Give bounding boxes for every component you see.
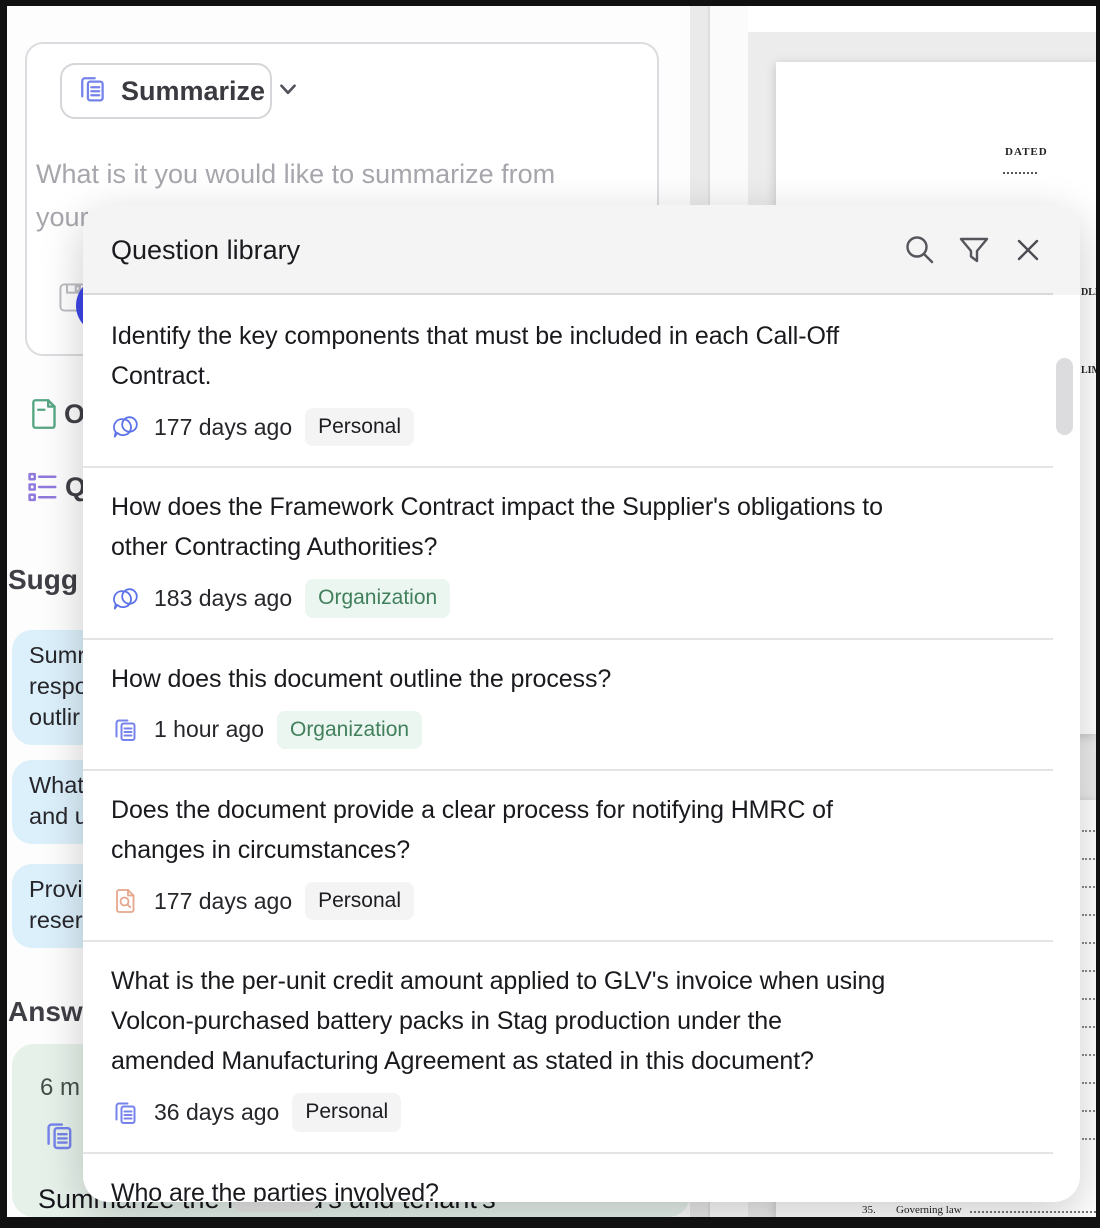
close-button[interactable] <box>1006 228 1050 272</box>
modal-title: Question library <box>111 235 888 266</box>
search-button[interactable] <box>898 228 942 272</box>
screenshot-stage: Summarize What is it you would like to s… <box>0 0 1100 1228</box>
question-text: Identify the key components that must be… <box>111 316 1050 396</box>
viewer-toolbar <box>748 6 1096 32</box>
question-time: 183 days ago <box>154 585 292 612</box>
frame-border <box>0 0 1100 6</box>
frame-border <box>0 0 7 1228</box>
question-row[interactable]: How does this document outline the proce… <box>83 638 1080 769</box>
question-row[interactable]: How does the Framework Contract impact t… <box>83 466 1080 637</box>
question-row[interactable]: What is the per-unit credit amount appli… <box>83 940 1080 1151</box>
question-scope-badge: Personal <box>292 1093 401 1131</box>
question-scope-badge: Personal <box>305 408 414 446</box>
overview-document-icon <box>27 396 63 437</box>
question-time: 177 days ago <box>154 414 292 441</box>
questions-list-icon <box>24 468 62 511</box>
filter-button[interactable] <box>952 228 996 272</box>
question-scope-badge: Organization <box>305 579 450 617</box>
suggested-heading: Sugg <box>8 564 78 596</box>
answer-timestamp: 6 m <box>40 1074 80 1102</box>
frame-border <box>0 1217 1100 1228</box>
question-time: 177 days ago <box>154 888 292 915</box>
summarize-copy-icon <box>42 1118 78 1159</box>
question-text: Does the document provide a clear proces… <box>111 790 1050 870</box>
question-meta: 1 hour ago Organization <box>111 711 1050 749</box>
question-row[interactable]: Who are the parties involved? <box>83 1152 1080 1202</box>
question-row[interactable]: Identify the key components that must be… <box>83 295 1080 466</box>
document-dotted-line <box>1003 172 1037 174</box>
question-text: Who are the parties involved? <box>111 1173 1050 1202</box>
question-meta: 183 days ago Organization <box>111 579 1050 617</box>
question-text: How does this document outline the proce… <box>111 659 1050 699</box>
toc-item-label: Governing law <box>896 1204 962 1216</box>
chat-bubbles-icon <box>111 584 141 614</box>
summarize-mode-label: Summarize <box>121 76 265 107</box>
document-dated-label: DATED <box>1005 146 1048 158</box>
question-meta: 177 days ago Personal <box>111 882 1050 920</box>
summarize-copy-icon <box>76 72 110 111</box>
summarize-mode-dropdown[interactable]: Summarize <box>60 63 272 119</box>
question-text: How does the Framework Contract impact t… <box>111 487 1050 567</box>
question-time: 1 hour ago <box>154 716 264 743</box>
question-time: 36 days ago <box>154 1099 279 1126</box>
question-text: What is the per-unit credit amount appli… <box>111 961 1050 1081</box>
question-row[interactable]: Does the document provide a clear proces… <box>83 769 1080 940</box>
modal-scrollbar-thumb[interactable] <box>1056 358 1073 435</box>
toc-item-number: 35. <box>862 1204 896 1216</box>
question-scope-badge: Organization <box>277 711 422 749</box>
summarize-copy-icon <box>111 1098 141 1128</box>
question-library-modal: Question library Identify <box>83 205 1080 1202</box>
toc-governing-law-row: 35. Governing law <box>862 1204 1096 1216</box>
document-review-icon <box>111 886 141 916</box>
chevron-down-icon <box>276 77 300 106</box>
summarize-copy-icon <box>111 715 141 745</box>
question-meta: 177 days ago Personal <box>111 408 1050 446</box>
modal-header: Question library <box>83 205 1080 295</box>
toc-dot-leader <box>970 1211 1096 1213</box>
question-scope-badge: Personal <box>305 882 414 920</box>
chat-bubbles-icon <box>111 412 141 442</box>
answers-heading: Answ <box>8 996 83 1028</box>
composer-placeholder-line1: What is it you would like to summarize f… <box>36 153 555 196</box>
frame-border <box>1096 0 1100 1228</box>
question-list: Identify the key components that must be… <box>83 295 1080 1202</box>
question-meta: 36 days ago Personal <box>111 1093 1050 1131</box>
nav-item-overview-label[interactable]: O <box>64 399 85 430</box>
